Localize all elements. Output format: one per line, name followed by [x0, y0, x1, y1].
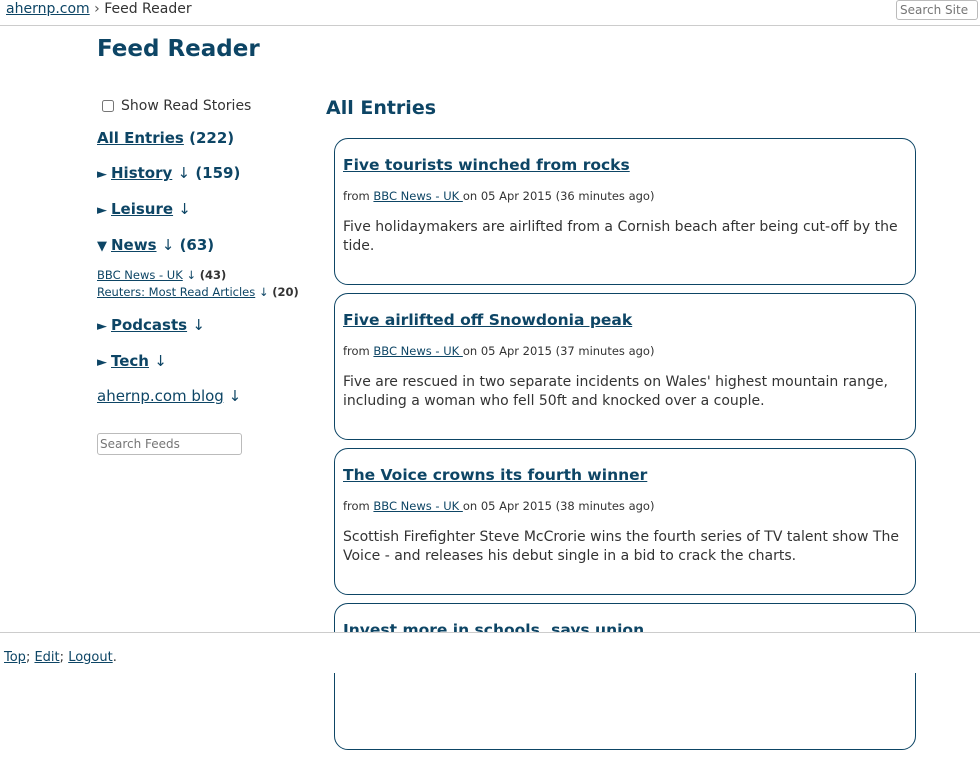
feed-link[interactable]: BBC News - UK	[97, 268, 183, 282]
group-link[interactable]: Podcasts	[111, 316, 187, 334]
all-entries-count: (222)	[189, 129, 235, 147]
breadcrumb-home-link[interactable]: ahernp.com	[6, 1, 90, 17]
collapsed-toggle-icon[interactable]: ►	[97, 355, 107, 370]
blog-download-arrow-icon[interactable]: ↓	[229, 387, 242, 405]
footer: Top; Edit; Logout.	[0, 632, 980, 673]
entry-source-link[interactable]: BBC News - UK	[373, 189, 462, 203]
search-feeds-input[interactable]	[97, 433, 242, 455]
collapsed-toggle-icon[interactable]: ►	[97, 167, 107, 182]
entry-description: Five are rescued in two separate inciden…	[343, 374, 888, 409]
entry-card: Invest more in schools, says union	[334, 603, 916, 750]
group-link[interactable]: News	[111, 236, 157, 254]
entry-from: from	[343, 189, 370, 203]
entry-title-link[interactable]: Five airlifted off Snowdonia peak	[343, 311, 632, 329]
show-read-checkbox[interactable]	[102, 100, 114, 112]
download-arrow-icon[interactable]: ↓	[178, 200, 191, 218]
top-bar: ahernp.com › Feed Reader	[0, 0, 980, 26]
download-arrow-icon[interactable]: ↓	[259, 285, 269, 299]
download-arrow-icon[interactable]: ↓	[162, 236, 175, 254]
collapsed-toggle-icon[interactable]: ►	[97, 203, 107, 218]
section-heading: All Entries	[326, 97, 437, 119]
entry-source-link[interactable]: BBC News - UK	[373, 344, 462, 358]
sidebar-item-all-entries: All Entries (222)	[97, 128, 317, 149]
entry-from: from	[343, 344, 370, 358]
download-arrow-icon[interactable]: ↓	[154, 352, 167, 370]
edit-link[interactable]: Edit	[34, 650, 59, 665]
top-link[interactable]: Top	[4, 650, 26, 665]
entry-meta: from BBC News - UK on 05 Apr 2015 (37 mi…	[343, 344, 907, 358]
entry-from: from	[343, 499, 370, 513]
group-link[interactable]: History	[111, 164, 172, 182]
entry-date: on 05 Apr 2015 (36 minutes ago)	[462, 189, 655, 203]
feed-item: BBC News - UK ↓ (43)	[97, 267, 317, 284]
logout-link[interactable]: Logout	[68, 650, 113, 665]
entry-card: The Voice crowns its fourth winner from …	[334, 448, 916, 595]
blog-link[interactable]: ahernp.com blog	[97, 387, 224, 405]
entry-source-link[interactable]: BBC News - UK	[373, 499, 462, 513]
entry-description: Five holidaymakers are airlifted from a …	[343, 219, 898, 254]
news-feed-list: BBC News - UK ↓ (43) Reuters: Most Read A…	[97, 267, 317, 301]
entry-title-link[interactable]: The Voice crowns its fourth winner	[343, 466, 647, 484]
footer-sep: ;	[59, 650, 65, 665]
feed-count: (20)	[272, 285, 299, 299]
sidebar-item-tech: ► Tech ↓	[97, 351, 317, 373]
sidebar: Show Read Stories All Entries (222) ► His…	[97, 98, 317, 455]
footer-sep: ;	[25, 650, 31, 665]
entry-description: Scottish Firefighter Steve McCrorie wins…	[343, 529, 899, 564]
entry-card: Five airlifted off Snowdonia peak from B…	[334, 293, 916, 440]
entry-meta: from BBC News - UK on 05 Apr 2015 (36 mi…	[343, 189, 907, 203]
download-arrow-icon[interactable]: ↓	[192, 316, 205, 334]
collapsed-toggle-icon[interactable]: ►	[97, 319, 107, 334]
sidebar-item-history: ► History ↓ (159)	[97, 163, 317, 185]
feed-count: (43)	[199, 268, 227, 282]
sidebar-item-leisure: ► Leisure ↓	[97, 199, 317, 221]
entry-date: on 05 Apr 2015 (38 minutes ago)	[462, 499, 655, 513]
entry-meta: from BBC News - UK on 05 Apr 2015 (38 mi…	[343, 499, 907, 513]
footer-end: .	[112, 650, 117, 665]
group-count: (63)	[179, 236, 215, 254]
sidebar-item-news: ▼ News ↓ (63)	[97, 235, 317, 257]
group-link[interactable]: Tech	[111, 352, 149, 370]
feed-item: Reuters: Most Read Articles ↓ (20)	[97, 284, 317, 301]
sidebar-item-blog: ahernp.com blog ↓	[97, 387, 317, 405]
show-read-stories-toggle[interactable]: Show Read Stories	[102, 98, 317, 114]
download-arrow-icon[interactable]: ↓	[186, 268, 196, 282]
breadcrumb-current: Feed Reader	[104, 1, 192, 17]
entry-card: Five tourists winched from rocks from BB…	[334, 138, 916, 285]
group-link[interactable]: Leisure	[111, 200, 173, 218]
sidebar-item-podcasts: ► Podcasts ↓	[97, 315, 317, 337]
page-title: Feed Reader	[97, 36, 260, 62]
entry-title-link[interactable]: Five tourists winched from rocks	[343, 156, 630, 174]
group-count: (159)	[195, 164, 241, 182]
all-entries-link[interactable]: All Entries	[97, 129, 184, 147]
show-read-label: Show Read Stories	[121, 98, 252, 114]
feed-link[interactable]: Reuters: Most Read Articles	[97, 285, 255, 299]
entry-date: on 05 Apr 2015 (37 minutes ago)	[462, 344, 655, 358]
site-search-input[interactable]	[896, 0, 978, 20]
breadcrumb-separator: ›	[94, 1, 100, 17]
expanded-toggle-icon[interactable]: ▼	[97, 239, 107, 254]
download-arrow-icon[interactable]: ↓	[178, 164, 191, 182]
